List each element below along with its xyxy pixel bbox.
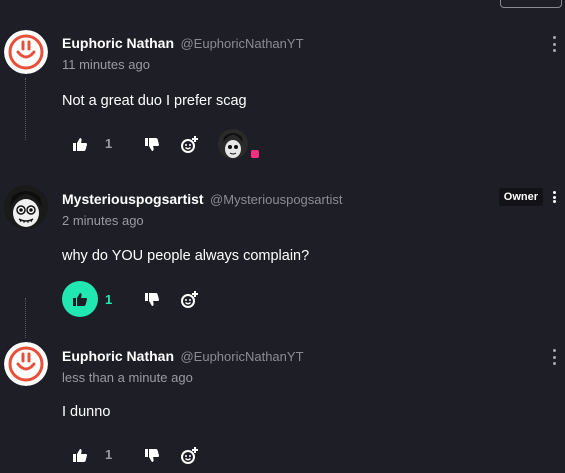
author-name[interactable]: Mysteriouspogsartist	[62, 191, 204, 207]
thread-connector	[25, 78, 27, 140]
character-face-icon	[4, 185, 48, 229]
author-name[interactable]: Euphoric Nathan	[62, 348, 174, 364]
thumbs-up-icon	[73, 448, 87, 462]
character-face-icon	[218, 129, 248, 159]
author-handle[interactable]: @EuphoricNathanYT	[180, 349, 303, 364]
thumbs-down-icon	[145, 137, 159, 151]
dislike-button[interactable]	[134, 281, 170, 317]
thumbs-up-icon	[73, 292, 87, 306]
author-handle[interactable]: @EuphoricNathanYT	[180, 36, 303, 51]
thumbs-down-icon	[145, 448, 159, 462]
top-button-edge[interactable]	[500, 0, 562, 8]
like-count: 1	[105, 136, 113, 151]
timestamp: 2 minutes ago	[62, 213, 144, 228]
add-emoji-icon	[181, 135, 198, 153]
author-name[interactable]: Euphoric Nathan	[62, 35, 174, 51]
like-count: 1	[105, 292, 113, 307]
add-emoji-icon	[181, 290, 198, 308]
reaction-avatar[interactable]	[218, 129, 248, 159]
comment-header: Mysteriouspogsartist @Mysteriouspogsarti…	[62, 191, 342, 209]
smiley-logo-icon	[4, 342, 48, 386]
thread-connector	[25, 298, 27, 338]
like-button[interactable]	[62, 437, 98, 473]
dislike-button[interactable]	[134, 437, 170, 473]
comment-text: Not a great duo I prefer scag	[62, 93, 247, 109]
like-button[interactable]	[62, 281, 98, 317]
more-options-icon[interactable]	[552, 349, 556, 365]
more-options-icon[interactable]	[552, 36, 556, 52]
comment-header: Euphoric Nathan @EuphoricNathanYT	[62, 348, 304, 366]
comment-header: Euphoric Nathan @EuphoricNathanYT	[62, 35, 304, 53]
dislike-button[interactable]	[134, 126, 170, 162]
thumbs-down-icon	[145, 292, 159, 306]
add-reaction-button[interactable]	[172, 437, 208, 473]
avatar[interactable]	[4, 185, 48, 229]
like-count: 1	[105, 447, 113, 462]
smiley-logo-icon	[4, 30, 48, 74]
avatar[interactable]	[4, 30, 48, 74]
more-options-icon[interactable]	[552, 191, 556, 203]
comment-text: why do YOU people always complain?	[62, 248, 310, 264]
add-reaction-button[interactable]	[172, 281, 208, 317]
reaction-indicator	[251, 150, 259, 158]
thumbs-up-icon	[73, 137, 87, 151]
add-emoji-icon	[181, 446, 198, 464]
timestamp: 11 minutes ago	[62, 57, 150, 72]
avatar[interactable]	[4, 342, 48, 386]
owner-badge: Owner	[498, 188, 543, 206]
timestamp: less than a minute ago	[62, 370, 193, 385]
comment-text: I dunno	[62, 404, 111, 420]
like-button[interactable]	[62, 126, 98, 162]
author-handle[interactable]: @Mysteriouspogsartist	[210, 192, 342, 207]
add-reaction-button[interactable]	[172, 126, 208, 162]
